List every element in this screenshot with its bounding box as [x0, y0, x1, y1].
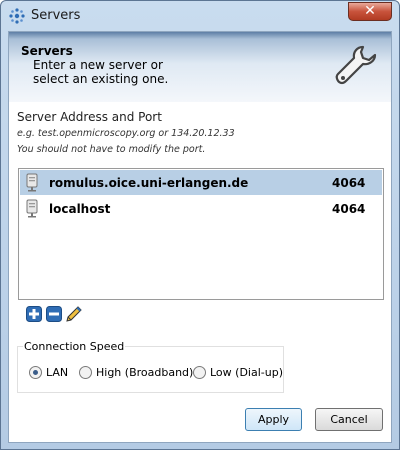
minus-icon[interactable]	[46, 306, 62, 322]
dialog-header: Servers Enter a new server or select an …	[9, 32, 391, 102]
app-icon	[9, 8, 25, 24]
close-button[interactable]: ✕	[348, 2, 392, 21]
header-subtitle: Enter a new server or select an existing…	[33, 58, 169, 86]
port-hint: You should not have to modify the port.	[17, 144, 206, 155]
apply-button[interactable]: Apply	[245, 408, 302, 431]
server-name: localhost	[49, 202, 111, 216]
section-title: Server Address and Port	[17, 110, 162, 124]
wrench-icon	[335, 45, 377, 85]
server-name: romulus.oice.uni-erlangen.de	[49, 176, 249, 190]
radio-indicator[interactable]	[29, 366, 42, 379]
server-port: 4064	[332, 202, 366, 216]
example-hint: e.g. test.openmicroscopy.org or 134.20.1…	[17, 128, 235, 139]
server-port: 4064	[332, 176, 366, 190]
pencil-icon[interactable]	[66, 306, 82, 322]
servers-dialog: Servers ✕ Servers Enter a new server or …	[0, 0, 400, 450]
title-bar: Servers ✕	[1, 1, 399, 31]
radio-indicator[interactable]	[193, 366, 206, 379]
cancel-button[interactable]: Cancel	[315, 408, 383, 431]
radio-label: Low (Dial-up)	[210, 366, 283, 379]
server-icon	[26, 173, 38, 192]
plus-icon[interactable]	[26, 306, 42, 322]
server-row[interactable]: localhost 4064	[20, 196, 382, 221]
server-list[interactable]: romulus.oice.uni-erlangen.de 4064 localh…	[18, 168, 384, 300]
server-row[interactable]: romulus.oice.uni-erlangen.de 4064	[20, 170, 382, 195]
header-title: Servers	[21, 44, 73, 58]
connection-speed-label: Connection Speed	[23, 340, 126, 353]
radio-label: LAN	[46, 366, 69, 379]
radio-label: High (Broadband)	[96, 366, 194, 379]
window-title: Servers	[31, 8, 81, 23]
server-icon	[26, 199, 38, 218]
dialog-body: Servers Enter a new server or select an …	[8, 31, 392, 443]
radio-indicator[interactable]	[79, 366, 92, 379]
